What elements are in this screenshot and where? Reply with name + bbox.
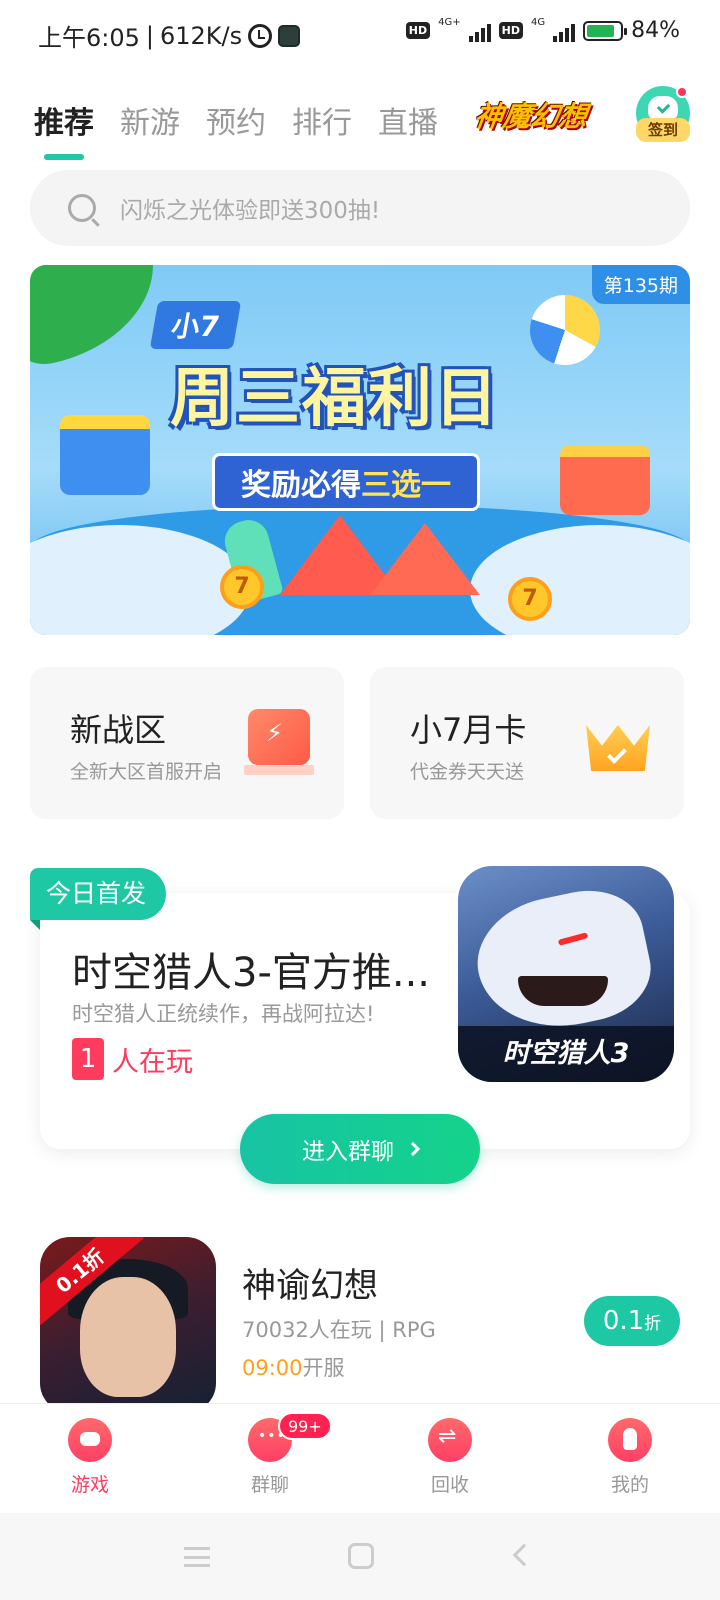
nav-recycle[interactable]: 回收 (390, 1418, 510, 1497)
wolf-mouth (518, 976, 608, 1006)
profile-icon (608, 1418, 652, 1462)
feature-card-new-zone[interactable]: 新战区 全新大区首服开启 (30, 667, 344, 819)
battery-percent: 84% (631, 18, 680, 43)
signal-icon-2 (553, 20, 576, 42)
search-bar[interactable]: 闪烁之光体验即送300抽! (30, 170, 690, 246)
status-left: 上午6:05 | 612K/s (38, 18, 301, 53)
coin-icon: 7 (220, 565, 264, 609)
unread-badge: 99+ (278, 1412, 332, 1440)
open-time: 09:00 (242, 1356, 303, 1380)
nav-label: 我的 (610, 1474, 649, 1496)
players-label: 人在玩 (112, 1046, 193, 1078)
enter-group-chat-label: 进入群聊 (302, 1139, 394, 1165)
alarm-icon (248, 23, 273, 48)
release-title[interactable]: 时空猎人3-官方推... (72, 940, 442, 998)
signal-icon (468, 20, 491, 42)
menu-icon[interactable] (184, 1547, 210, 1567)
feature-title: 新战区 (70, 711, 167, 749)
gift-box-right-decoration (560, 445, 650, 515)
notification-app-icon (278, 24, 301, 47)
coin-icon-2: 7 (508, 577, 552, 621)
network-type-1: 4G+ (438, 17, 461, 28)
gift-box-left-decoration (60, 415, 150, 495)
feature-subtitle: 代金券天天送 (410, 761, 525, 783)
chevron-right-icon (405, 1141, 421, 1157)
players-number: 1 (72, 1038, 104, 1080)
tab-new-games[interactable]: 新游 (120, 98, 180, 142)
game-icon[interactable]: 0.1折 (40, 1237, 216, 1413)
game-title[interactable]: 神谕幻想 (242, 1258, 378, 1307)
watermelon-slice-decoration-2 (370, 523, 480, 595)
banner-subline-text: 奖励必得 (241, 468, 361, 503)
network-speed: 612K/s (160, 21, 243, 50)
clock: 上午6:05 (38, 24, 140, 52)
release-tag: 今日首发 (30, 868, 167, 930)
battery-icon (583, 20, 628, 41)
banner-issue-badge: 第135期 (591, 265, 690, 304)
nav-label: 游戏 (70, 1474, 109, 1496)
banner-brand: 小7 (149, 301, 242, 349)
back-icon[interactable] (512, 1543, 536, 1567)
gamepad-icon (68, 1418, 112, 1462)
tab-ranking[interactable]: 排行 (292, 98, 352, 142)
top-tabs: 推荐 新游 预约 排行 直播 (34, 90, 438, 160)
beach-ball-decoration (530, 295, 600, 365)
tab-recommend[interactable]: 推荐 (34, 98, 94, 160)
home-icon[interactable] (348, 1543, 374, 1569)
discount-button[interactable]: 0.1折 (584, 1296, 680, 1346)
character-face (80, 1277, 176, 1397)
promo-banner[interactable]: 7 7 第135期 小7 周三福利日 奖励必得三选一 (30, 265, 690, 635)
search-placeholder: 闪烁之光体验即送300抽! (120, 198, 381, 224)
status-bar: 上午6:05 | 612K/s HD 4G+ HD 4G 84% (0, 0, 720, 70)
tab-brand-game-logo[interactable]: 神魔幻想 (467, 92, 595, 138)
game-meta: 70032人在玩 | RPG (242, 1318, 436, 1342)
network-type-2: 4G (530, 17, 546, 28)
enter-group-chat-button[interactable]: 进入群聊 (240, 1114, 480, 1184)
wolf-illustration (466, 879, 660, 1043)
banner-headline: 周三福利日 (170, 362, 500, 436)
nav-label: 回收 (430, 1474, 469, 1496)
lightning-flag-icon (244, 709, 314, 775)
discount-value: 0.1 (602, 1306, 645, 1336)
status-separator: | (145, 21, 154, 50)
nav-label: 群聊 (250, 1474, 289, 1496)
banner-subline: 奖励必得三选一 (212, 453, 480, 511)
checkin-label[interactable]: 签到 (636, 118, 690, 142)
hd-icon-2: HD (498, 22, 523, 39)
nav-group-chat[interactable]: 99+ 群聊 (210, 1412, 332, 1497)
tab-reservation[interactable]: 预约 (206, 98, 266, 142)
players-count: 1 人在玩 (72, 1038, 193, 1080)
release-description: 时空猎人正统续作，再战阿拉达! (72, 1002, 375, 1026)
nav-games[interactable]: 游戏 (30, 1418, 150, 1497)
crown-icon (580, 707, 656, 773)
system-nav-bar (0, 1513, 720, 1600)
feature-title: 小7月卡 (410, 711, 527, 749)
status-right: HD 4G+ HD 4G 84% (405, 17, 680, 43)
open-label: 开服 (302, 1356, 345, 1380)
hd-icon: HD (405, 22, 431, 39)
tab-live[interactable]: 直播 (378, 98, 438, 142)
bottom-nav: 游戏 99+ 群聊 回收 我的 (0, 1403, 720, 1513)
feature-subtitle: 全新大区首服开启 (70, 761, 223, 783)
discount-unit: 折 (644, 1314, 662, 1334)
release-game-cover[interactable]: 时空猎人3 (458, 866, 674, 1082)
recycle-icon (428, 1418, 472, 1462)
game-open-time: 09:00开服 (242, 1352, 345, 1382)
checkin-mascot-icon (648, 96, 678, 120)
nav-profile[interactable]: 我的 (570, 1418, 690, 1497)
feature-card-monthly-card[interactable]: 小7月卡 代金券天天送 (370, 667, 684, 819)
palm-leaf-decoration (30, 265, 170, 370)
banner-subline-highlight: 三选一 (361, 468, 451, 503)
release-cover-logo: 时空猎人3 (458, 1026, 674, 1082)
notification-dot (676, 86, 688, 98)
search-icon (68, 194, 96, 222)
